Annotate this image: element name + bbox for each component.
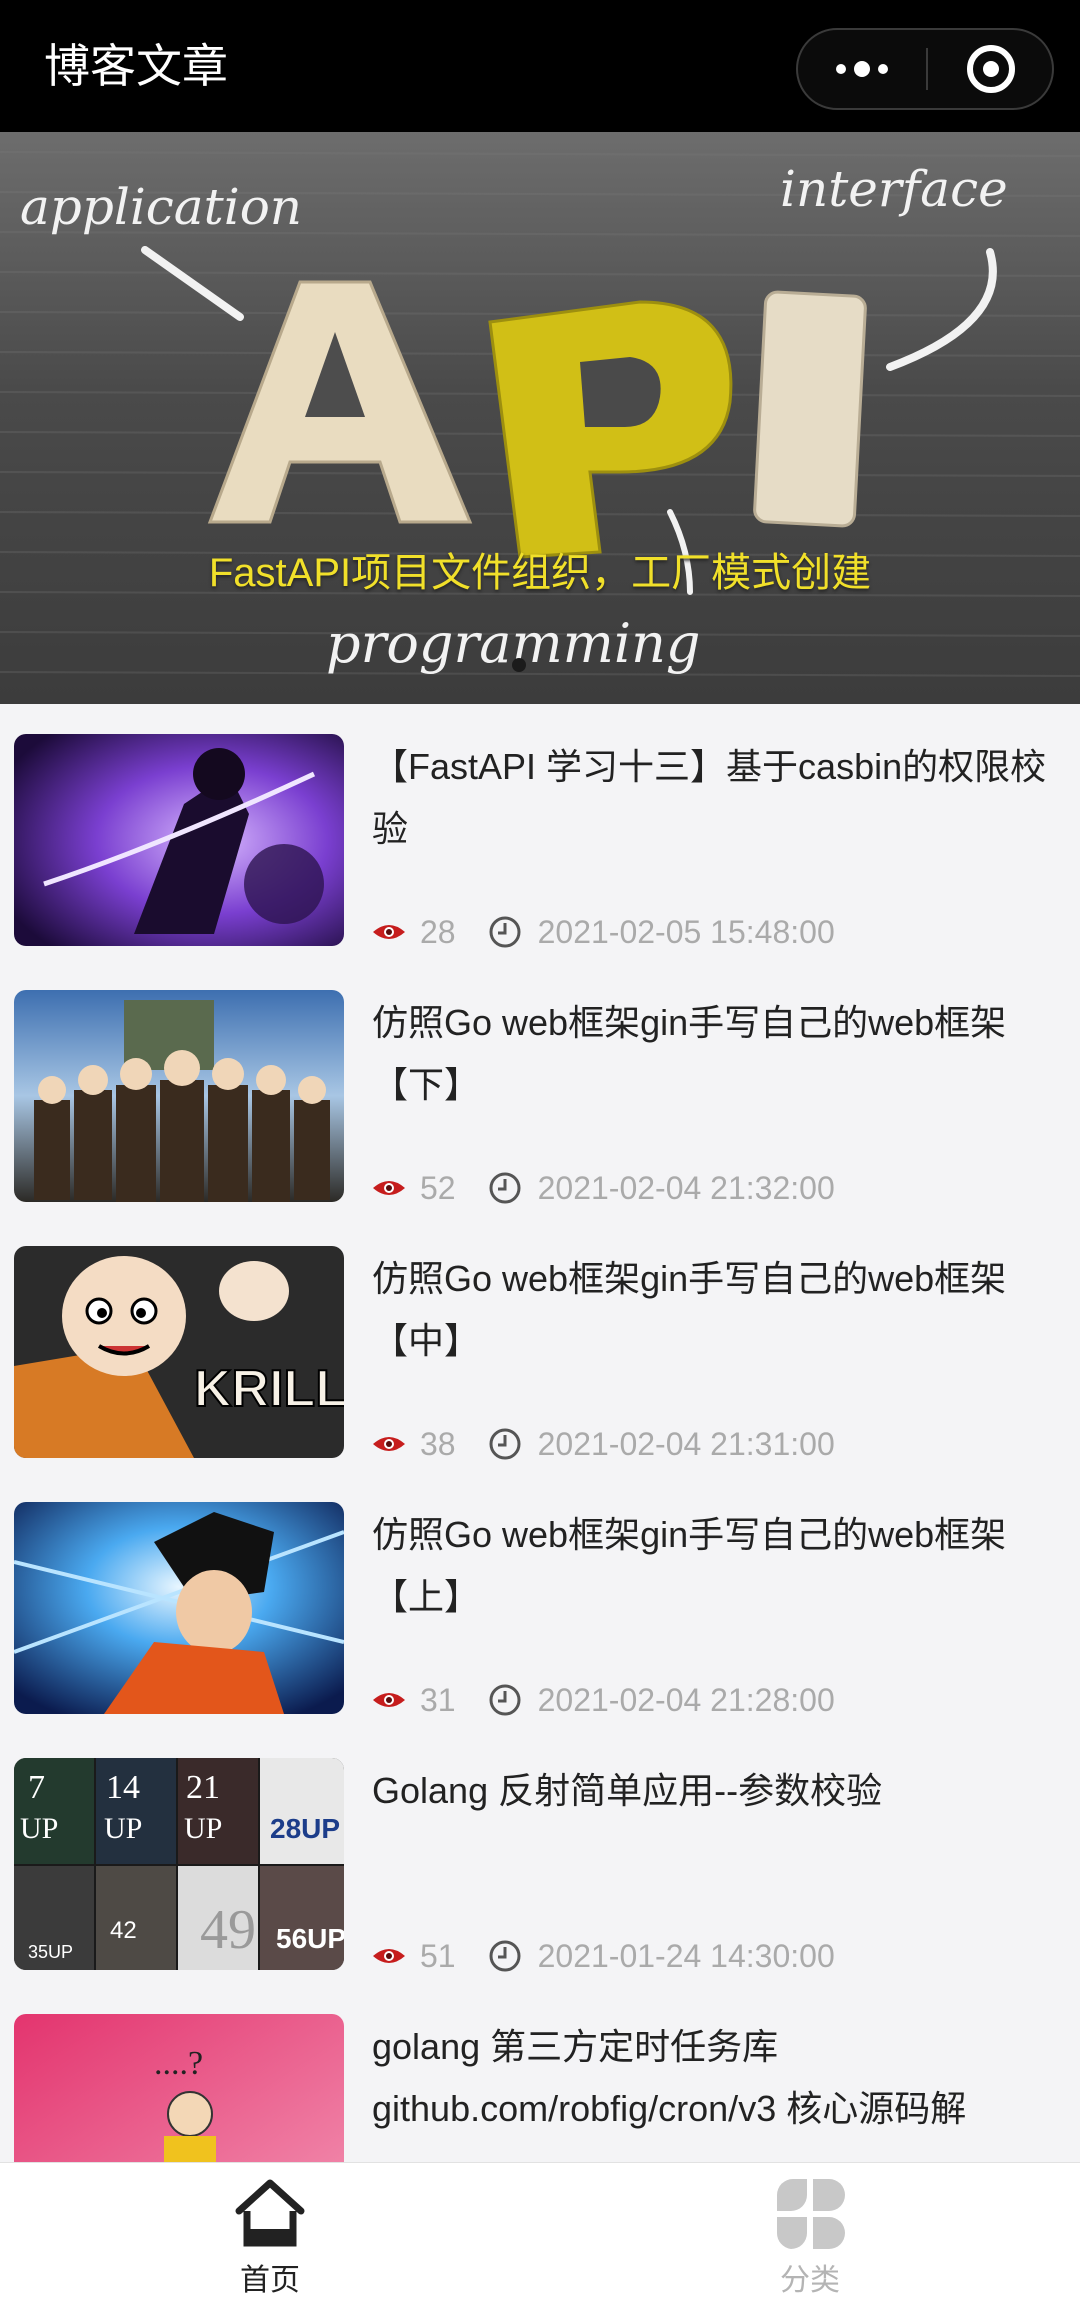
svg-text:interface: interface	[780, 160, 1008, 218]
banner-image: application interface programming	[0, 132, 1080, 704]
more-dots-icon	[836, 64, 846, 74]
svg-text:49: 49	[200, 1899, 256, 1961]
article-title: Golang 反射简单应用--参数校验	[372, 1770, 883, 1811]
list-item[interactable]: 仿照Go web框架gin手写自己的web框架【上】 31 2021-02-04…	[0, 1472, 1080, 1728]
eye-icon	[373, 1949, 405, 1963]
svg-text:KRILLIN: KRILLIN	[194, 1360, 344, 1418]
article-title: 【FastAPI 学习十三】基于casbin的权限校验	[372, 746, 1047, 849]
clock-icon	[489, 1940, 521, 1972]
article-meta: 52 2021-02-04 21:32:00	[372, 1168, 835, 1208]
svg-text:28UP: 28UP	[270, 1813, 340, 1844]
publish-datetime: 2021-02-04 21:28:00	[537, 1681, 835, 1718]
banner-carousel[interactable]: application interface programming FastAP…	[0, 132, 1080, 704]
svg-text:56UP: 56UP	[276, 1923, 344, 1954]
eye-icon	[373, 1693, 405, 1707]
publish-datetime: 2021-02-04 21:31:00	[537, 1425, 835, 1462]
tab-home-label: 首页	[240, 2264, 300, 2297]
svg-text:application: application	[20, 178, 302, 236]
clock-icon	[489, 916, 521, 948]
svg-text:14: 14	[106, 1769, 140, 1806]
more-menu-button[interactable]	[798, 30, 926, 108]
article-thumbnail	[14, 990, 344, 1202]
article-meta: 51 2021-01-24 14:30:00	[372, 1936, 835, 1976]
tab-home[interactable]: 首页	[170, 2177, 370, 2305]
home-icon	[235, 2179, 305, 2247]
eye-icon	[373, 925, 405, 939]
page-title: 博客文章	[44, 39, 228, 93]
list-item[interactable]: 【FastAPI 学习十三】基于casbin的权限校验 28 2021-02-0…	[0, 704, 1080, 960]
svg-text:21: 21	[186, 1769, 220, 1806]
article-thumbnail	[14, 1502, 344, 1714]
svg-text:UP: UP	[184, 1812, 222, 1845]
article-title: 仿照Go web框架gin手写自己的web框架【上】	[372, 1514, 1007, 1617]
clock-icon	[489, 1428, 521, 1460]
publish-datetime: 2021-02-05 15:48:00	[537, 913, 835, 950]
list-item[interactable]: 仿照Go web框架gin手写自己的web框架【下】 52 2021-02-04…	[0, 960, 1080, 1216]
view-count: 38	[420, 1425, 456, 1462]
svg-text:35UP: 35UP	[28, 1942, 73, 1962]
tab-category[interactable]: 分类	[710, 2177, 910, 2305]
article-meta: 38 2021-02-04 21:31:00	[372, 1424, 835, 1464]
article-meta: 28 2021-02-05 15:48:00	[372, 912, 835, 952]
svg-text:UP: UP	[20, 1812, 58, 1845]
category-icon	[776, 2179, 845, 2249]
svg-text:42: 42	[110, 1917, 137, 1944]
list-item[interactable]: 7 14 21 UP UP UP 28UP 49 56UP 42 35UP Golang…	[0, 1728, 1080, 1984]
close-mini-program-button[interactable]	[928, 30, 1054, 108]
article-meta: 31 2021-02-04 21:28:00	[372, 1680, 835, 1720]
target-circle-icon	[967, 45, 1015, 93]
article-thumbnail: ....?	[14, 2014, 344, 2162]
bottom-tab-bar: 首页 分类	[0, 2162, 1080, 2308]
article-thumbnail	[14, 734, 344, 946]
banner-caption: FastAPI项目文件组织，工厂模式创建	[208, 551, 872, 595]
svg-text:UP: UP	[104, 1812, 142, 1845]
list-item[interactable]: KRILLIN 仿照Go web框架gin手写自己的web框架【中】 38 20…	[0, 1216, 1080, 1472]
article-title: 仿照Go web框架gin手写自己的web框架【中】	[372, 1258, 1007, 1361]
svg-text:....?: ....?	[154, 2045, 203, 2082]
publish-datetime: 2021-02-04 21:32:00	[537, 1169, 835, 1206]
list-item[interactable]: ....? golang 第三方定时任务库github.com/robfig/c…	[0, 1984, 1080, 2162]
publish-datetime: 2021-01-24 14:30:00	[537, 1937, 835, 1974]
article-thumbnail: KRILLIN	[14, 1246, 344, 1458]
svg-text:7: 7	[28, 1769, 45, 1806]
mini-program-capsule	[796, 28, 1054, 110]
view-count: 52	[420, 1169, 456, 1206]
view-count: 31	[420, 1681, 456, 1718]
tab-category-label: 分类	[780, 2264, 840, 2297]
carousel-indicator-dot	[512, 658, 526, 672]
article-title: 仿照Go web框架gin手写自己的web框架【下】	[372, 1002, 1007, 1105]
clock-icon	[489, 1684, 521, 1716]
eye-icon	[373, 1181, 405, 1195]
view-count: 51	[420, 1937, 456, 1974]
view-count: 28	[420, 913, 456, 950]
clock-icon	[489, 1172, 521, 1204]
article-thumbnail: 7 14 21 UP UP UP 28UP 49 56UP 42 35UP	[14, 1758, 344, 1970]
navigation-bar: 博客文章	[0, 0, 1080, 132]
article-list: 【FastAPI 学习十三】基于casbin的权限校验 28 2021-02-0…	[0, 704, 1080, 2162]
article-title: golang 第三方定时任务库github.com/robfig/cron/v3…	[372, 2026, 967, 2129]
eye-icon	[373, 1437, 405, 1451]
